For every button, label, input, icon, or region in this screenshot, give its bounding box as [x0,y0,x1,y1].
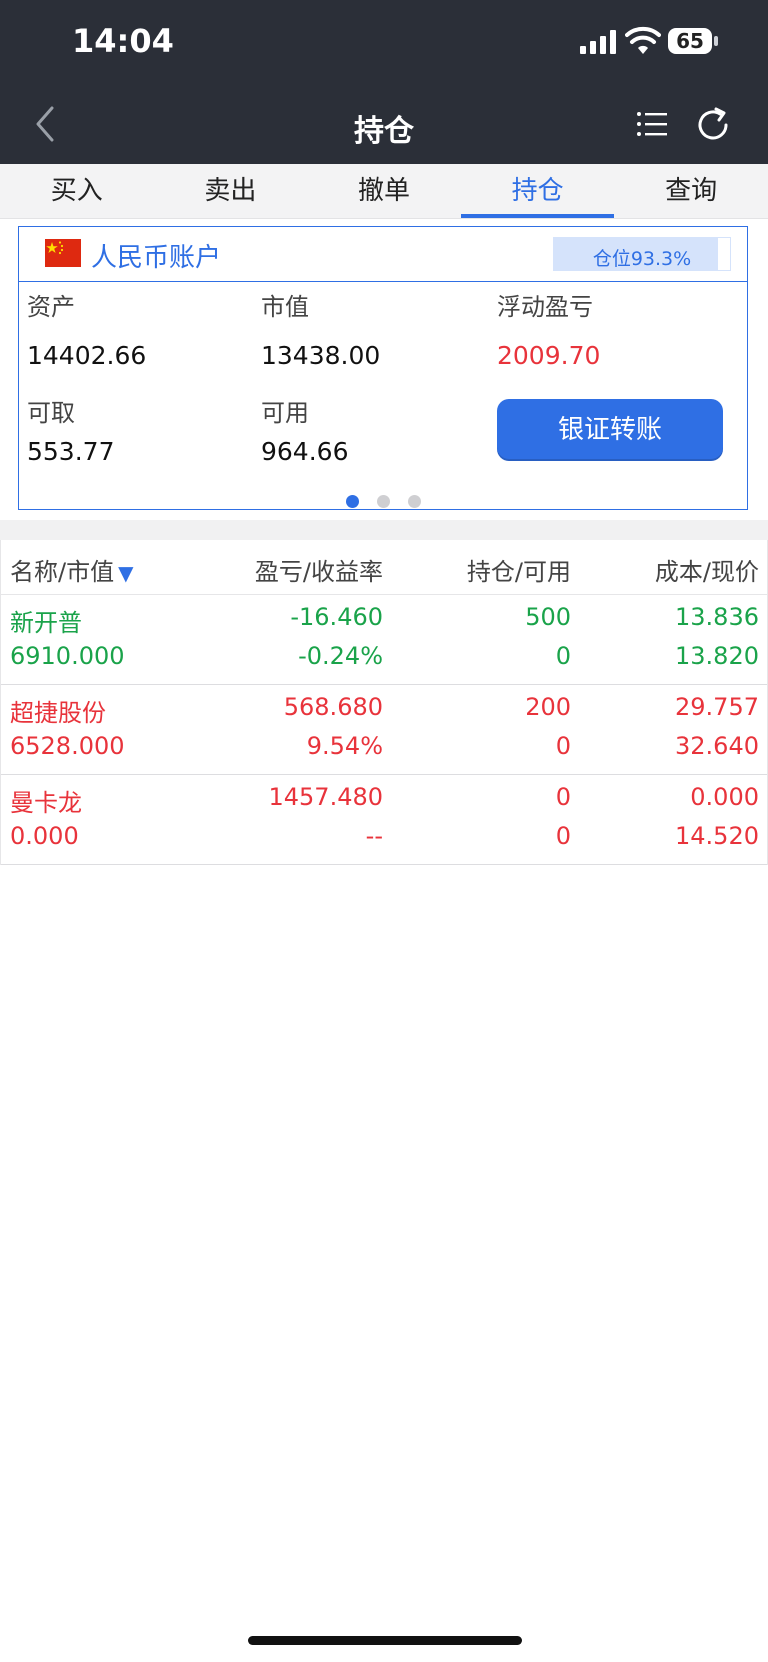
stock-market-value: 6528.000 [10,732,125,760]
column-cost-price[interactable]: 成本/现价 [655,552,759,587]
column-position-available[interactable]: 持仓/可用 [467,552,571,587]
available-value: 964.66 [261,437,349,466]
table-row[interactable]: 曼卡龙 0.000 1457.480 -- 0 0 0.000 14.520 [1,775,767,865]
account-title: 人民币账户 [91,243,222,273]
stock-price: 13.820 [675,642,759,670]
stock-pl: 1457.480 [268,783,383,811]
stock-name: 新开普 [10,609,82,637]
withdrawable-value: 553.77 [27,437,115,466]
refresh-icon[interactable] [694,106,732,144]
page-dot-3[interactable] [407,495,421,508]
position-ratio-bar: 仓位93.3% [553,237,731,271]
market-value-label: 市值 [261,293,309,321]
tab-buy[interactable]: 买入 [0,164,154,218]
sort-down-icon[interactable]: ▼ [118,561,133,585]
nav-bar: 持仓 [0,84,768,164]
account-card: 人民币账户 仓位93.3% 资产 市值 浮动盈亏 14402.66 13438.… [18,226,748,510]
stock-return-rate: -- [365,822,383,850]
stock-available: 0 [555,732,571,760]
account-header: 人民币账户 仓位93.3% [19,227,747,282]
stock-pl: 568.680 [283,693,383,721]
stock-name: 曼卡龙 [10,789,82,817]
withdrawable-label: 可取 [27,399,75,427]
holdings-table: 名称/市值 ▼ 盈亏/收益率 持仓/可用 成本/现价 新开普 6910.000 -… [0,540,768,865]
stock-price: 14.520 [675,822,759,850]
stock-name: 超捷股份 [10,699,106,727]
page-dot-1[interactable] [345,495,359,508]
china-flag-icon [45,239,81,267]
available-label: 可用 [261,399,309,427]
floating-pl-value: 2009.70 [497,341,601,370]
stock-holding: 500 [525,603,571,631]
column-pl-rate[interactable]: 盈亏/收益率 [255,552,383,587]
cellular-signal-icon [580,30,616,54]
table-row[interactable]: 新开普 6910.000 -16.460 -0.24% 500 0 13.836… [1,595,767,685]
assets-label: 资产 [27,293,75,321]
stock-pl: -16.460 [290,603,383,631]
page-dot-2[interactable] [376,495,390,508]
status-bar: 14:04 65 [0,0,768,84]
column-name-value[interactable]: 名称/市值 ▼ [10,552,133,587]
stock-cost: 13.836 [675,603,759,631]
bank-securities-transfer-button[interactable]: 银证转账 [497,399,723,461]
status-time: 14:04 [72,22,174,60]
stock-available: 0 [555,822,571,850]
stock-available: 0 [555,642,571,670]
floating-pl-label: 浮动盈亏 [497,293,593,321]
tab-cancel[interactable]: 撤单 [307,164,461,218]
stock-holding: 200 [525,693,571,721]
stock-cost: 0.000 [690,783,759,811]
stock-market-value: 0.000 [10,822,79,850]
stock-market-value: 6910.000 [10,642,125,670]
table-row[interactable]: 超捷股份 6528.000 568.680 9.54% 200 0 29.757… [1,685,767,775]
trade-tabs: 买入 卖出 撤单 持仓 查询 [0,164,768,219]
stock-return-rate: 9.54% [306,732,383,760]
assets-value: 14402.66 [27,341,147,370]
tab-sell[interactable]: 卖出 [154,164,308,218]
column-name-value-label: 名称/市值 [10,558,115,586]
home-indicator [248,1636,522,1645]
battery-icon: 65 [668,28,718,54]
position-ratio-label: 仓位93.3% [592,248,692,270]
stock-price: 32.640 [675,732,759,760]
market-value-value: 13438.00 [261,341,381,370]
list-icon[interactable] [636,108,668,140]
table-header: 名称/市值 ▼ 盈亏/收益率 持仓/可用 成本/现价 [1,540,767,595]
page-indicator [19,493,747,512]
stock-holding: 0 [555,783,571,811]
wifi-icon [625,26,661,54]
section-divider [0,520,768,540]
tab-query[interactable]: 查询 [614,164,768,218]
stock-cost: 29.757 [675,693,759,721]
tab-holdings[interactable]: 持仓 [460,164,615,218]
stock-return-rate: -0.24% [298,642,383,670]
